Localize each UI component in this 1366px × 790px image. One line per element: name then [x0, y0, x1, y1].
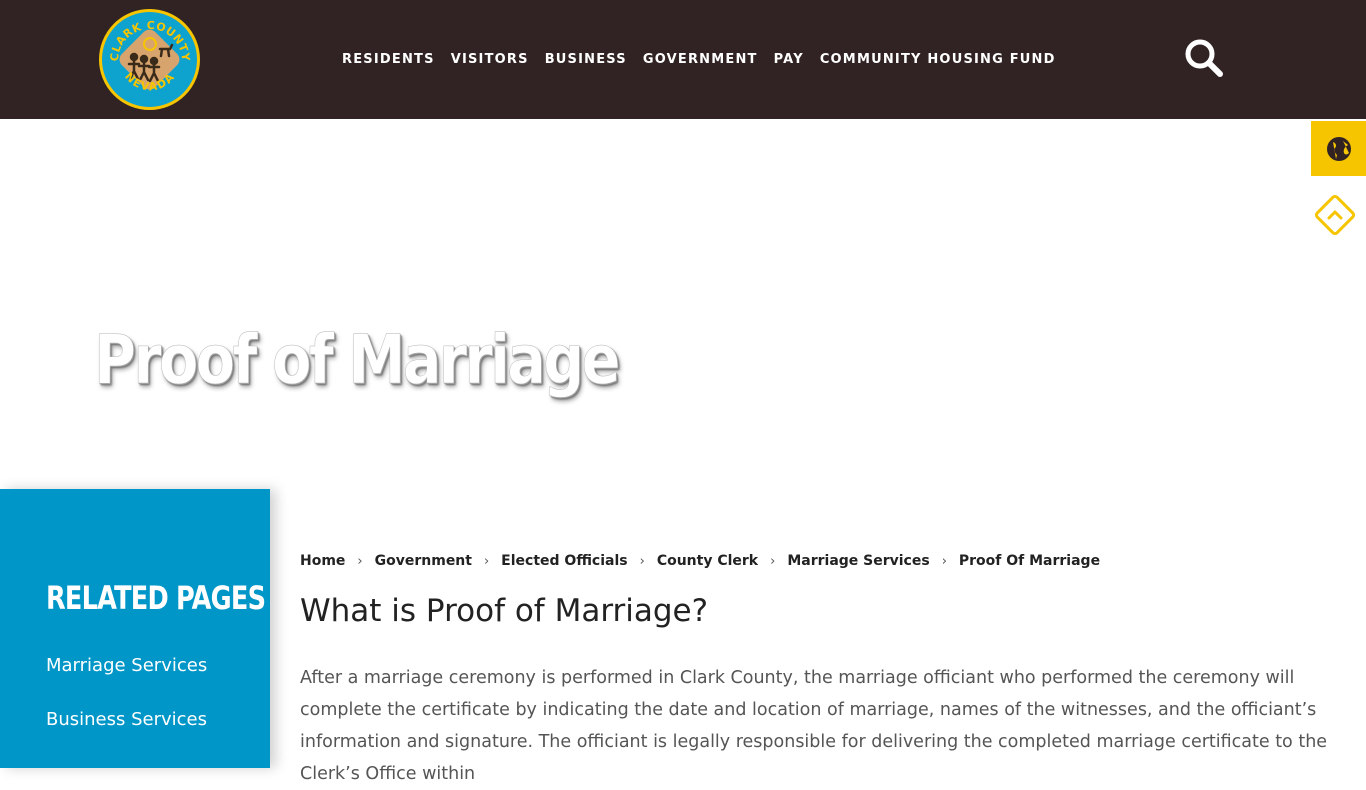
nav-visitors[interactable]: VISITORS — [443, 52, 537, 67]
sidebar-link-business-services[interactable]: Business Services — [46, 709, 207, 730]
related-pages-sidebar: RELATED PAGES Marriage Services Business… — [0, 489, 270, 768]
sidebar-link-marriage-services[interactable]: Marriage Services — [46, 655, 207, 676]
breadcrumb-home[interactable]: Home — [300, 553, 345, 569]
breadcrumb-current: Proof Of Marriage — [958, 553, 1101, 569]
breadcrumb-separator-icon: › — [941, 553, 947, 569]
search-button[interactable] — [1182, 36, 1226, 80]
breadcrumb-elected-officials[interactable]: Elected Officials — [501, 553, 627, 569]
globe-icon — [1326, 136, 1351, 161]
translate-button[interactable] — [1311, 121, 1366, 176]
breadcrumb-government[interactable]: Government — [375, 553, 472, 569]
nav-pay[interactable]: PAY — [766, 52, 812, 67]
page-title: Proof of Marriage — [94, 321, 621, 401]
breadcrumb-separator-icon: › — [639, 553, 645, 569]
main-nav: RESIDENTS VISITORS BUSINESS GOVERNMENT P… — [334, 50, 1064, 68]
nav-community-housing-fund[interactable]: COMMUNITY HOUSING FUND — [812, 52, 1064, 67]
content-paragraph: After a marriage ceremony is performed i… — [300, 668, 1328, 784]
nav-business[interactable]: BUSINESS — [537, 52, 635, 67]
breadcrumb: Home › Government › Elected Officials › … — [300, 551, 1100, 571]
nav-residents[interactable]: RESIDENTS — [334, 52, 443, 67]
breadcrumb-separator-icon: › — [483, 553, 490, 569]
clark-county-logo[interactable]: CLARK COUNTY NEVADA — [98, 9, 201, 110]
related-pages-heading: RELATED PAGES — [46, 579, 266, 617]
search-icon — [1185, 39, 1223, 77]
content-heading: What is Proof of Marriage? — [300, 593, 709, 629]
logo-seal-icon: CLARK COUNTY NEVADA — [99, 9, 200, 110]
breadcrumb-county-clerk[interactable]: County Clerk — [657, 553, 758, 569]
site-header: CLARK COUNTY NEVADA RESIDENTS VISITORS B… — [0, 0, 1366, 119]
nav-government[interactable]: GOVERNMENT — [635, 52, 766, 67]
scroll-to-top-button[interactable] — [1313, 193, 1357, 237]
chevron-up-icon — [1314, 194, 1356, 236]
breadcrumb-separator-icon: › — [357, 553, 363, 569]
breadcrumb-separator-icon: › — [770, 553, 776, 569]
breadcrumb-marriage-services[interactable]: Marriage Services — [787, 553, 929, 569]
